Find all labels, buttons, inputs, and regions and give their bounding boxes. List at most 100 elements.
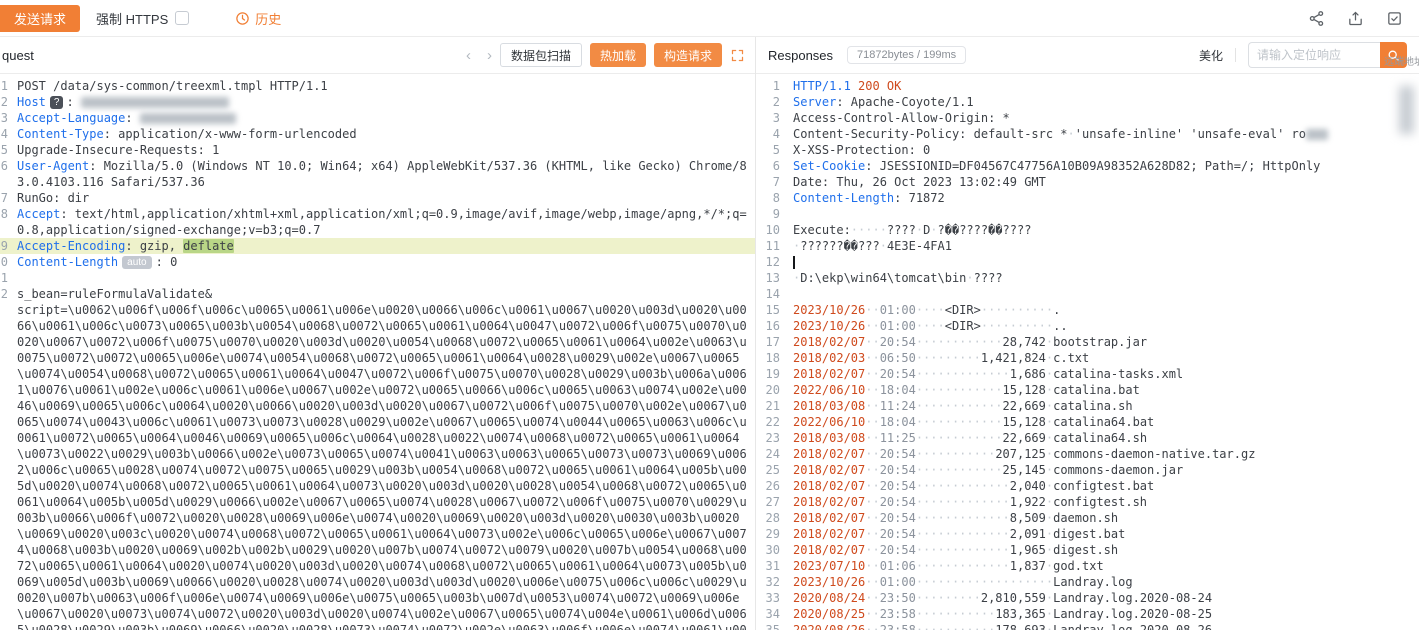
report-icon[interactable] bbox=[1386, 10, 1403, 27]
code-segment-g: 20:54 bbox=[880, 543, 916, 557]
code-segment-g: 20:54 bbox=[880, 335, 916, 349]
history-button[interactable]: 历史 bbox=[235, 9, 281, 28]
code-line[interactable]: 12s_bean=ruleFormulaValidate& script=\u0… bbox=[0, 286, 755, 630]
code-line[interactable]: 10Execute:·····????·D·?��????��???? bbox=[756, 222, 1419, 238]
code-line[interactable]: 2Server: Apache-Coyote/1.1 bbox=[756, 94, 1419, 110]
share-icon[interactable] bbox=[1308, 10, 1325, 27]
nav-prev-button[interactable]: ‹ bbox=[466, 48, 471, 63]
code-line[interactable]: 272018/02/07··20:54·············1,922·co… bbox=[756, 494, 1419, 510]
code-segment-t: : bbox=[66, 95, 80, 109]
code-segment-t: Execute: bbox=[793, 223, 851, 237]
packet-scan-button[interactable]: 数据包扫描 bbox=[500, 43, 582, 67]
line-number: 26 bbox=[756, 478, 780, 494]
code-segment-o: 2018/02/07 bbox=[793, 543, 865, 557]
code-line[interactable]: 9 bbox=[756, 206, 1419, 222]
code-line[interactable]: 292018/02/07··20:54·············2,091·di… bbox=[756, 526, 1419, 542]
code-line[interactable]: 11·??????��???·4E3E-4FA1 bbox=[756, 238, 1419, 254]
code-segment-d: ············· bbox=[916, 367, 1010, 381]
line-number: 27 bbox=[756, 494, 780, 510]
code-line[interactable]: 282018/02/07··20:54·············8,509·da… bbox=[756, 510, 1419, 526]
code-segment-o: 2022/06/10 bbox=[793, 415, 865, 429]
code-segment-o: 2023/10/26 bbox=[793, 303, 865, 317]
code-line[interactable]: 222022/06/10··18:04············15,128·ca… bbox=[756, 414, 1419, 430]
beautify-button[interactable]: 美化 bbox=[1199, 47, 1223, 64]
construct-request-button[interactable]: 构造请求 bbox=[654, 43, 722, 67]
line-number: 33 bbox=[756, 590, 780, 606]
code-line[interactable]: 332020/08/24··23:50·········2,810,559·La… bbox=[756, 590, 1419, 606]
code-line[interactable]: 2Host?: bbox=[0, 94, 755, 110]
code-segment-t: Date: Thu, 26 Oct 2023 13:02:49 GMT bbox=[793, 175, 1046, 189]
code-line[interactable]: 162023/10/26··01:00····<DIR>··········.. bbox=[756, 318, 1419, 334]
redaction-overlay bbox=[1396, 78, 1419, 144]
code-segment-t: 2,091 bbox=[1010, 527, 1046, 541]
code-line[interactable]: 212018/03/08··11:24············22,669·ca… bbox=[756, 398, 1419, 414]
code-line[interactable]: 192018/02/07··20:54·············1,686·ca… bbox=[756, 366, 1419, 382]
code-segment-g: 01:00 bbox=[880, 319, 916, 333]
code-line[interactable]: 5Upgrade-Insecure-Requests: 1 bbox=[0, 142, 755, 158]
search-input[interactable] bbox=[1248, 42, 1380, 68]
code-segment-t: Landray.log bbox=[1053, 575, 1132, 589]
request-editor[interactable]: 1POST /data/sys-common/treexml.tmpl HTTP… bbox=[0, 74, 755, 630]
code-line[interactable]: 152023/10/26··01:00····<DIR>··········. bbox=[756, 302, 1419, 318]
code-segment-t: : Mozilla/5.0 (Windows NT 10.0; Win64; x… bbox=[17, 159, 747, 189]
export-icon[interactable] bbox=[1347, 10, 1364, 27]
code-segment-d: ············· bbox=[916, 495, 1010, 509]
code-line[interactable]: 252018/02/07··20:54············25,145·co… bbox=[756, 462, 1419, 478]
code-line[interactable]: 342020/08/25··23:58···········183,365·La… bbox=[756, 606, 1419, 622]
code-line[interactable]: 172018/02/07··20:54············28,742·bo… bbox=[756, 334, 1419, 350]
code-line[interactable]: 202022/06/10··18:04············15,128·ca… bbox=[756, 382, 1419, 398]
code-line[interactable]: 3Accept-Language: bbox=[0, 110, 755, 126]
code-line[interactable]: 302018/02/07··20:54·············1,965·di… bbox=[756, 542, 1419, 558]
line-number: 30 bbox=[756, 542, 780, 558]
code-segment-g: 20:54 bbox=[880, 527, 916, 541]
code-segment-o: 2022/06/10 bbox=[793, 383, 865, 397]
code-line[interactable]: 13·D:\ekp\win64\tomcat\bin·???? bbox=[756, 270, 1419, 286]
code-line[interactable]: 4Content-Security-Policy: default-src *·… bbox=[756, 126, 1419, 142]
code-segment-o: 2018/02/07 bbox=[793, 463, 865, 477]
code-line[interactable]: 1POST /data/sys-common/treexml.tmpl HTTP… bbox=[0, 78, 755, 94]
line-number: 11 bbox=[0, 270, 8, 286]
code-line[interactable]: 7RunGo: dir bbox=[0, 190, 755, 206]
code-line[interactable]: 6Set-Cookie: JSESSIONID=DF04567C47756A10… bbox=[756, 158, 1419, 174]
code-line[interactable]: 14 bbox=[756, 286, 1419, 302]
code-line[interactable]: 11 bbox=[0, 270, 755, 286]
send-request-button[interactable]: 发送请求 bbox=[0, 5, 80, 32]
response-editor[interactable]: 1HTTP/1.1 200 OK2Server: Apache-Coyote/1… bbox=[756, 74, 1419, 630]
response-panel-title: Responses bbox=[768, 48, 833, 63]
code-line[interactable]: 312023/07/10··01:06·············1,837·go… bbox=[756, 558, 1419, 574]
code-line[interactable]: 232018/03/08··11:25············22,669·ca… bbox=[756, 430, 1419, 446]
code-segment-d: ·· bbox=[865, 527, 879, 541]
code-line[interactable]: 12 bbox=[756, 254, 1419, 270]
line-number: 24 bbox=[756, 446, 780, 462]
expand-icon[interactable] bbox=[730, 48, 745, 63]
code-line[interactable]: 3Access-Control-Allow-Origin: * bbox=[756, 110, 1419, 126]
force-https-checkbox[interactable] bbox=[175, 11, 189, 25]
code-line[interactable]: 262018/02/07··20:54·············2,040·co… bbox=[756, 478, 1419, 494]
code-line[interactable]: 1HTTP/1.1 200 OK bbox=[756, 78, 1419, 94]
code-line[interactable]: 322023/10/26··01:00···················La… bbox=[756, 574, 1419, 590]
hot-reload-button[interactable]: 热加载 bbox=[590, 43, 646, 67]
code-line[interactable]: 182018/02/03··06:50·········1,421,824·c.… bbox=[756, 350, 1419, 366]
line-number: 16 bbox=[756, 318, 780, 334]
code-line[interactable]: 4Content-Type: application/x-www-form-ur… bbox=[0, 126, 755, 142]
code-line[interactable]: 242018/02/07··20:54···········207,125·co… bbox=[756, 446, 1419, 462]
code-line[interactable]: 9Accept-Encoding: gzip, deflate bbox=[0, 238, 755, 254]
code-line[interactable]: 6User-Agent: Mozilla/5.0 (Windows NT 10.… bbox=[0, 158, 755, 190]
code-line[interactable]: 8Accept: text/html,application/xhtml+xml… bbox=[0, 206, 755, 238]
code-segment-t: 8,509 bbox=[1010, 511, 1046, 525]
code-line[interactable]: 7Date: Thu, 26 Oct 2023 13:02:49 GMT bbox=[756, 174, 1419, 190]
top-toolbar: 发送请求 强制 HTTPS 历史 bbox=[0, 0, 1419, 37]
code-line[interactable]: 10Content-Lengthauto: 0 bbox=[0, 254, 755, 270]
code-line[interactable]: 352020/08/26··23:58···········178,693·La… bbox=[756, 622, 1419, 630]
code-line[interactable]: 5X-XSS-Protection: 0 bbox=[756, 142, 1419, 158]
code-line[interactable]: 8Content-Length: 71872 bbox=[756, 190, 1419, 206]
code-segment-cursor bbox=[793, 256, 795, 269]
code-segment-k: Server bbox=[793, 95, 836, 109]
code-segment-t: : 0 bbox=[156, 255, 178, 269]
code-segment-t: 28,742 bbox=[1003, 335, 1046, 349]
code-segment-o: 2018/02/07 bbox=[793, 447, 865, 461]
code-segment-t: 22,669 bbox=[1003, 431, 1046, 445]
nav-next-button[interactable]: › bbox=[487, 48, 492, 63]
line-number: 14 bbox=[756, 286, 780, 302]
line-number: 7 bbox=[0, 190, 8, 206]
